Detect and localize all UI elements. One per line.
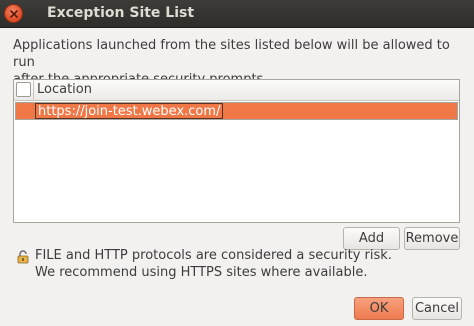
table-row[interactable]: https://join-test.webex.com/ xyxy=(15,102,458,120)
lock-icon xyxy=(17,250,29,264)
close-button[interactable] xyxy=(4,4,23,23)
description-line-1: Applications launched from the sites lis… xyxy=(13,38,450,70)
row-location-field[interactable]: https://join-test.webex.com/ xyxy=(35,103,224,119)
header-checkbox-cell xyxy=(14,80,34,101)
add-button[interactable]: Add xyxy=(343,227,400,250)
table-header: Location xyxy=(14,80,459,101)
cancel-button[interactable]: Cancel xyxy=(412,297,462,320)
warning-line-1: FILE and HTTP protocols are considered a… xyxy=(35,248,392,263)
remove-button[interactable]: Remove xyxy=(404,227,460,250)
close-icon xyxy=(10,10,18,18)
exception-site-table[interactable]: Location https://join-test.webex.com/ xyxy=(13,79,460,223)
ok-button[interactable]: OK xyxy=(354,297,404,320)
title-bar: Exception Site List xyxy=(0,0,474,28)
header-checkbox[interactable] xyxy=(16,82,31,97)
window-title: Exception Site List xyxy=(47,5,195,21)
column-header-location[interactable]: Location xyxy=(34,80,459,101)
row-checkbox-cell[interactable] xyxy=(17,104,34,118)
warning-line-2: We recommend using HTTPS sites where ava… xyxy=(35,265,368,280)
